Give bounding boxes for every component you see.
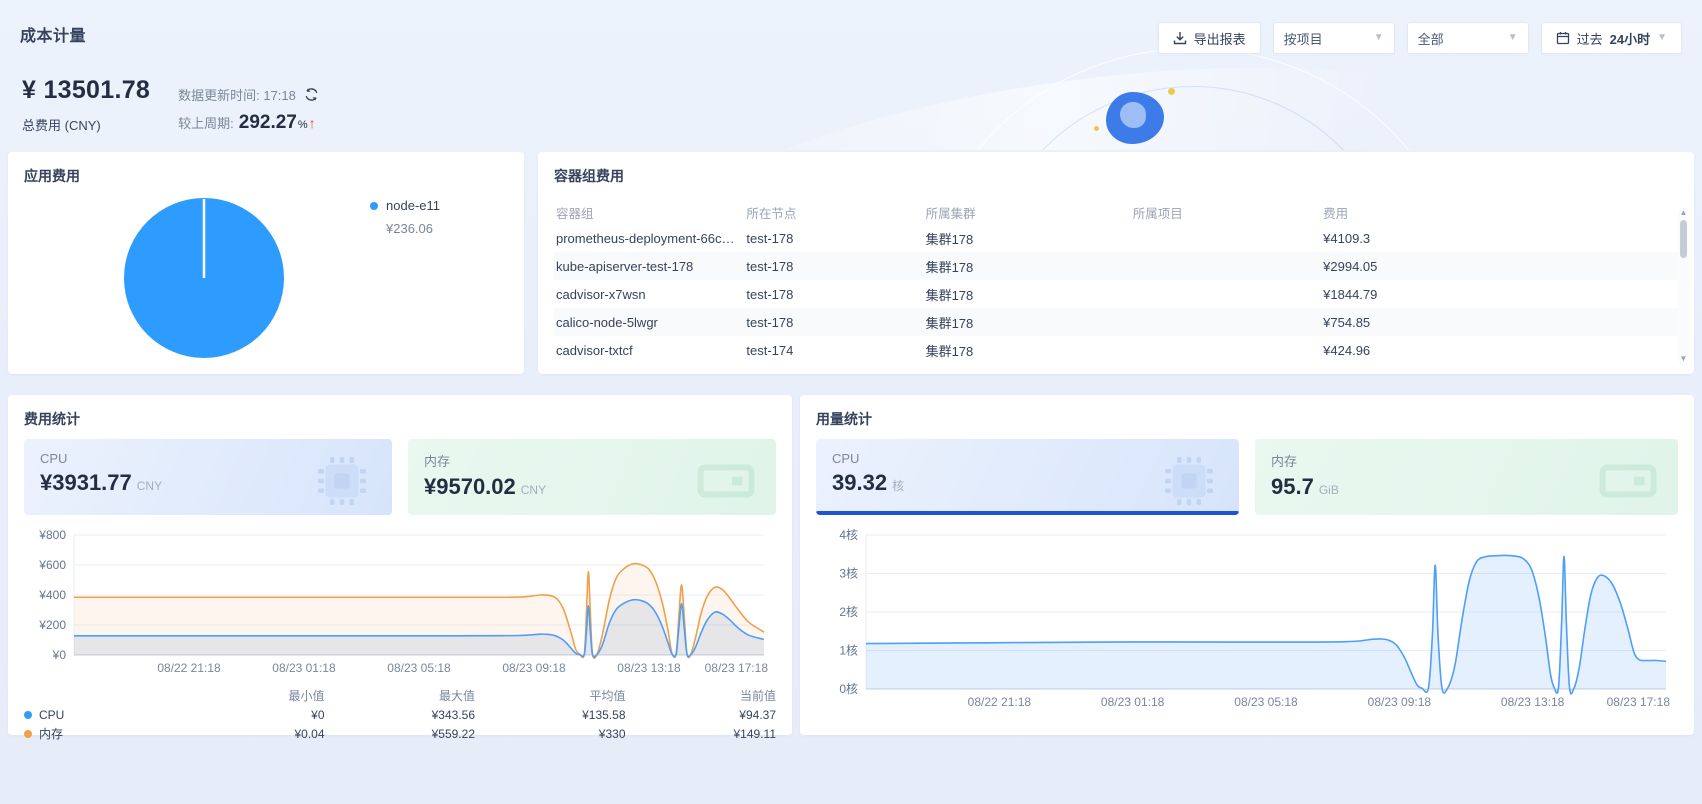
chevron-down-icon: ▼ xyxy=(1373,32,1384,43)
svg-text:08/23 13:18: 08/23 13:18 xyxy=(1501,695,1565,709)
table-row: calico-node-5lwgr test-178 集群178 ¥754.85 xyxy=(554,308,1678,336)
table-header-row: 容器组 所在节点 所属集群 所属项目 费用 xyxy=(556,206,1349,221)
export-report-button[interactable]: 导出报表 xyxy=(1157,22,1261,54)
trend-up-icon: ↑ xyxy=(308,115,316,131)
legend-value: ¥236.06 xyxy=(386,221,433,236)
svg-text:08/23 05:18: 08/23 05:18 xyxy=(387,661,451,675)
usage-statistics-panel: 用量统计 CPU 39.32 核 内存 95.7 GiB 0核 1核 2核 3核… xyxy=(800,395,1694,735)
svg-text:08/23 09:18: 08/23 09:18 xyxy=(502,661,566,675)
usage-statistics-title: 用量统计 xyxy=(816,411,872,427)
total-cost-value: ¥ 13501.78 xyxy=(22,76,151,104)
pie-legend: node-e11 ¥236.06 xyxy=(370,198,440,236)
legend-dot xyxy=(24,710,32,719)
cost-metering-page: 成本计量 导出报表 按项目 ▼ 全部 ▼ 过去 24小时 ▼ ¥ 13501.7… xyxy=(0,0,1702,804)
scrollbar-thumb[interactable] xyxy=(1680,220,1687,258)
pod-cost-panel: 容器组费用 容器组 所在节点 所属集群 所属项目 费用 prometheus-d… xyxy=(538,152,1694,374)
svg-text:¥0: ¥0 xyxy=(52,648,67,662)
svg-text:08/23 09:18: 08/23 09:18 xyxy=(1368,695,1432,709)
legend-item-memory[interactable]: 内存 ¥0.04 ¥559.22 ¥330 ¥149.11 xyxy=(24,724,776,743)
cpu-chip-icon xyxy=(306,445,378,515)
toolbar: 导出报表 按项目 ▼ 全部 ▼ 过去 24小时 ▼ xyxy=(1157,22,1682,54)
table-row: cadvisor-txtcf test-174 集群178 ¥424.96 xyxy=(556,342,1371,359)
table-row: kube-apiserver-test-178 test-178 集群178 ¥299… xyxy=(554,252,1678,280)
app-cost-pie-chart xyxy=(120,194,288,367)
svg-text:08/22 21:18: 08/22 21:18 xyxy=(157,661,221,675)
table-scrollbar[interactable]: ▲ ▼ xyxy=(1678,208,1689,364)
page-title: 成本计量 xyxy=(20,28,87,45)
memory-usage-card[interactable]: 内存 95.7 GiB xyxy=(1255,439,1678,515)
svg-text:0核: 0核 xyxy=(839,682,858,696)
cost-stats-table: 最小值 最大值 平均值 当前值 CPU ¥0 ¥343.56 ¥135.58 ¥… xyxy=(24,686,776,743)
scroll-down-icon[interactable]: ▼ xyxy=(1680,354,1688,364)
svg-text:¥200: ¥200 xyxy=(38,618,66,632)
svg-text:4核: 4核 xyxy=(839,528,858,542)
cost-statistics-panel: 费用统计 CPU ¥3931.77 CNY 内存 ¥9570.02 CNY ¥0… xyxy=(8,395,792,741)
svg-text:¥400: ¥400 xyxy=(38,588,66,602)
svg-text:08/22 21:18: 08/22 21:18 xyxy=(968,695,1032,709)
svg-text:1核: 1核 xyxy=(839,644,858,658)
memory-icon xyxy=(1592,445,1664,515)
memory-cost-card[interactable]: 内存 ¥9570.02 CNY xyxy=(408,439,776,515)
table-row: cadvisor-x7wsn test-178 集群178 ¥1844.79 xyxy=(556,286,1378,303)
svg-text:08/23 01:18: 08/23 01:18 xyxy=(1101,695,1165,709)
cost-statistics-title: 费用统计 xyxy=(24,411,80,427)
download-icon xyxy=(1173,31,1187,45)
legend-dot xyxy=(370,201,378,210)
app-cost-panel: 应用费用 node-e11 ¥236.06 xyxy=(8,152,524,374)
cpu-usage-card[interactable]: CPU 39.32 核 xyxy=(816,439,1239,515)
usage-line-chart: 0核 1核 2核 3核 4核 08/22 21:18 08/23 01:18 08/23 05… xyxy=(839,528,1671,709)
scope-select[interactable]: 全部 ▼ xyxy=(1406,22,1529,54)
svg-text:08/23 05:18: 08/23 05:18 xyxy=(1234,695,1298,709)
svg-text:08/23 17:18: 08/23 17:18 xyxy=(705,661,769,675)
stats-header-row: 最小值 最大值 平均值 当前值 xyxy=(288,689,776,703)
svg-text:08/23 13:18: 08/23 13:18 xyxy=(617,661,681,675)
memory-icon xyxy=(690,445,762,515)
svg-text:¥600: ¥600 xyxy=(38,558,66,572)
svg-text:08/23 01:18: 08/23 01:18 xyxy=(272,661,336,675)
group-by-select[interactable]: 按项目 ▼ xyxy=(1272,22,1395,54)
svg-text:¥800: ¥800 xyxy=(38,528,66,542)
period-comparison: 较上周期: 292.27 % ↑ xyxy=(178,112,316,133)
legend-item-node-e11[interactable]: node-e11 xyxy=(370,198,440,213)
svg-text:08/23 17:18: 08/23 17:18 xyxy=(1607,695,1671,709)
pod-cost-table: 容器组 所在节点 所属集群 所属项目 费用 prometheus-deploym… xyxy=(554,200,1678,364)
cpu-cost-card[interactable]: CPU ¥3931.77 CNY xyxy=(24,439,392,515)
chevron-down-icon: ▼ xyxy=(1657,32,1667,43)
page-header: 成本计量 导出报表 按项目 ▼ 全部 ▼ 过去 24小时 ▼ ¥ 13501.7… xyxy=(8,8,1694,150)
scroll-up-icon[interactable]: ▲ xyxy=(1680,208,1688,218)
time-range-button[interactable]: 过去 24小时 ▼ xyxy=(1540,22,1682,54)
cost-summary: ¥ 13501.78 总费用 (CNY) 数据更新时间: 17:18 较上周期:… xyxy=(8,54,1694,134)
chevron-down-icon: ▼ xyxy=(1507,32,1518,43)
app-cost-title: 应用费用 xyxy=(24,168,80,184)
cpu-chip-icon xyxy=(1153,445,1225,515)
total-cost-label: 总费用 (CNY) xyxy=(22,118,101,133)
table-row: prometheus-deployment-66c86545...test-17… xyxy=(556,230,1371,247)
svg-text:2核: 2核 xyxy=(839,605,858,619)
svg-text:3核: 3核 xyxy=(839,567,858,581)
pod-cost-title: 容器组费用 xyxy=(554,168,624,184)
period-change-value: 292.27 xyxy=(238,112,297,133)
update-time-label: 数据更新时间: 17:18 xyxy=(178,88,296,103)
refresh-icon[interactable] xyxy=(304,87,319,102)
legend-dot xyxy=(24,729,32,738)
legend-item-cpu[interactable]: CPU ¥0 ¥343.56 ¥135.58 ¥94.37 xyxy=(24,705,776,724)
calendar-icon xyxy=(1556,31,1570,45)
cost-line-chart: ¥0 ¥200 ¥400 ¥600 ¥800 08/22 21:18 08/23 01:18… xyxy=(38,528,769,675)
